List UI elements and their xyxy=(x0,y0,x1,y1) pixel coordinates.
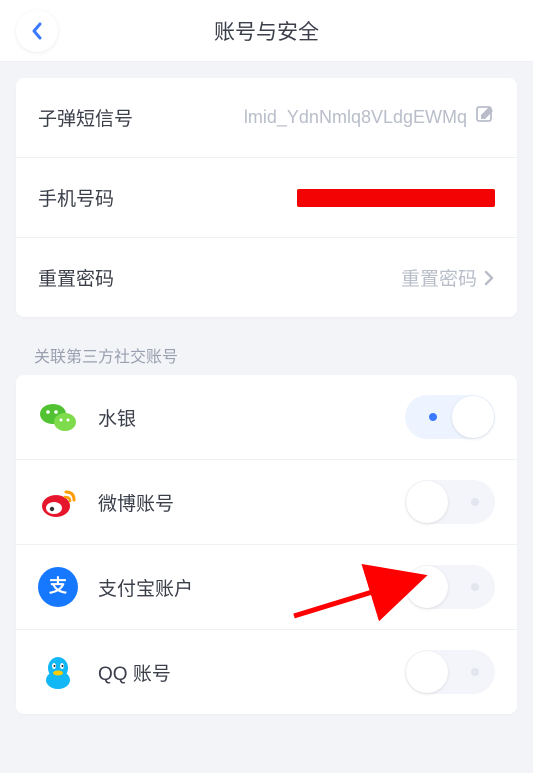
linked-accounts-card: 水银 微博账号 支 支付宝账户 xyxy=(16,375,517,714)
linked-row-wechat: 水银 xyxy=(16,375,517,460)
svg-text:支: 支 xyxy=(48,575,68,596)
account-card: 子弹短信号 lmid_YdnNmlq8VLdgEWMq 手机号码 重置密码 重置… xyxy=(16,78,517,317)
linked-section-title: 关联第三方社交账号 xyxy=(0,333,533,375)
linked-label: 水银 xyxy=(98,404,136,431)
header: 账号与安全 xyxy=(0,0,533,62)
chevron-left-icon xyxy=(30,21,44,41)
weibo-icon xyxy=(38,482,78,522)
toggle-wechat[interactable] xyxy=(405,395,495,439)
linked-row-alipay: 支 支付宝账户 xyxy=(16,545,517,630)
linked-label: 支付宝账户 xyxy=(98,574,193,601)
linked-row-qq: QQ 账号 xyxy=(16,630,517,714)
reset-password-action: 重置密码 xyxy=(401,264,477,291)
account-id-value: lmid_YdnNmlq8VLdgEWMq xyxy=(244,107,467,128)
row-account-id[interactable]: 子弹短信号 lmid_YdnNmlq8VLdgEWMq xyxy=(16,78,517,158)
phone-label: 手机号码 xyxy=(38,184,114,211)
wechat-icon xyxy=(38,397,78,437)
row-phone[interactable]: 手机号码 xyxy=(16,158,517,238)
back-button[interactable] xyxy=(16,10,58,52)
reset-password-label: 重置密码 xyxy=(38,264,114,291)
toggle-weibo[interactable] xyxy=(405,480,495,524)
page-title: 账号与安全 xyxy=(0,16,533,46)
linked-row-weibo: 微博账号 xyxy=(16,460,517,545)
phone-value-redacted xyxy=(297,189,495,207)
linked-label: QQ 账号 xyxy=(98,659,171,686)
account-id-label: 子弹短信号 xyxy=(38,104,133,131)
qq-icon xyxy=(38,652,78,692)
row-reset-password[interactable]: 重置密码 重置密码 xyxy=(16,238,517,317)
linked-label: 微博账号 xyxy=(98,489,174,516)
alipay-icon: 支 xyxy=(38,567,78,607)
chevron-right-icon xyxy=(483,269,495,287)
edit-icon[interactable] xyxy=(475,105,495,130)
toggle-qq[interactable] xyxy=(405,650,495,694)
toggle-alipay[interactable] xyxy=(405,565,495,609)
